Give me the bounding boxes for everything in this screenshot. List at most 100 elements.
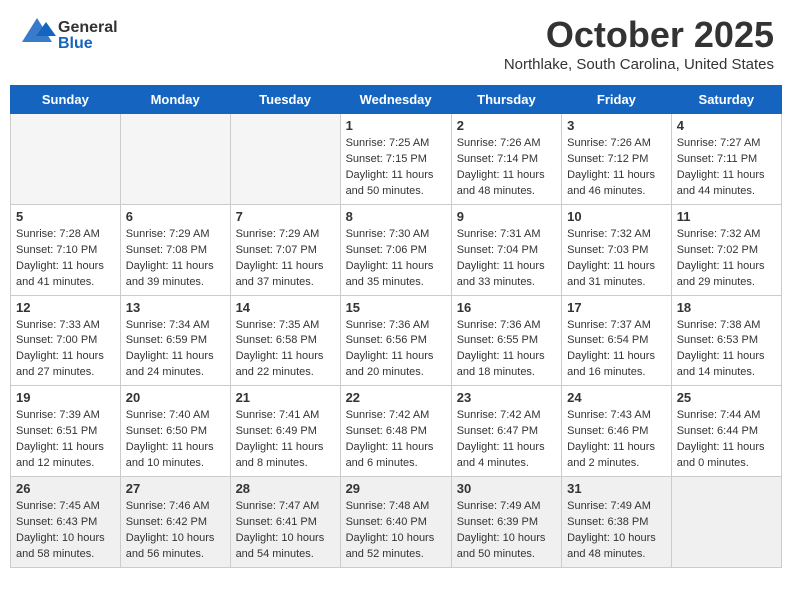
day-number: 30	[457, 481, 556, 496]
day-number: 31	[567, 481, 666, 496]
day-number: 16	[457, 300, 556, 315]
calendar-cell: 6 Sunrise: 7:29 AM Sunset: 7:08 PM Daylig…	[120, 204, 230, 295]
day-info: Sunrise: 7:30 AM Sunset: 7:06 PM Dayligh…	[346, 227, 446, 291]
day-number: 2	[457, 118, 556, 133]
day-number: 26	[16, 481, 115, 496]
day-info: Sunrise: 7:39 AM Sunset: 6:51 PM Dayligh…	[16, 408, 115, 472]
day-info: Sunrise: 7:38 AM Sunset: 6:53 PM Dayligh…	[677, 318, 776, 382]
calendar-cell: 4 Sunrise: 7:27 AM Sunset: 7:11 PM Daylig…	[671, 114, 781, 205]
day-number: 15	[346, 300, 446, 315]
day-number: 7	[236, 209, 335, 224]
calendar-cell: 21Sunrise: 7:41 AM Sunset: 6:49 PM Dayli…	[230, 386, 340, 477]
day-number: 23	[457, 390, 556, 405]
day-number: 13	[126, 300, 225, 315]
day-number: 29	[346, 481, 446, 496]
day-info: Sunrise: 7:27 AM Sunset: 7:11 PM Dayligh…	[677, 136, 776, 200]
day-number: 1	[346, 118, 446, 133]
calendar-cell: 27 Sunrise: 7:46 AM Sunset: 6:42 PM Dayli…	[120, 477, 230, 568]
calendar-cell: 24Sunrise: 7:43 AM Sunset: 6:46 PM Dayli…	[562, 386, 672, 477]
day-number: 12	[16, 300, 115, 315]
calendar-cell: 28 Sunrise: 7:47 AM Sunset: 6:41 PM Dayli…	[230, 477, 340, 568]
day-number: 6	[126, 209, 225, 224]
day-info: Sunrise: 7:44 AM Sunset: 6:44 PM Dayligh…	[677, 408, 776, 472]
calendar-cell: 19 Sunrise: 7:39 AM Sunset: 6:51 PM Dayli…	[11, 386, 121, 477]
calendar-week-row: 19 Sunrise: 7:39 AM Sunset: 6:51 PM Dayli…	[11, 386, 782, 477]
logo-general-text: General	[58, 20, 118, 36]
calendar-cell: 26 Sunrise: 7:45 AM Sunset: 6:43 PM Dayli…	[11, 477, 121, 568]
calendar-cell: 23Sunrise: 7:42 AM Sunset: 6:47 PM Dayli…	[451, 386, 561, 477]
column-header-tuesday: Tuesday	[230, 86, 340, 114]
calendar-cell: 30 Sunrise: 7:49 AM Sunset: 6:39 PM Dayli…	[451, 477, 561, 568]
calendar-cell: 18 Sunrise: 7:38 AM Sunset: 6:53 PM Dayli…	[671, 295, 781, 386]
calendar-cell: 20 Sunrise: 7:40 AM Sunset: 6:50 PM Dayli…	[120, 386, 230, 477]
day-number: 22	[346, 390, 446, 405]
day-info: Sunrise: 7:29 AM Sunset: 7:07 PM Dayligh…	[236, 227, 335, 291]
calendar-week-row: 5 Sunrise: 7:28 AM Sunset: 7:10 PM Daylig…	[11, 204, 782, 295]
calendar-table: SundayMondayTuesdayWednesdayThursdayFrid…	[10, 85, 782, 568]
logo-words: General Blue	[58, 20, 118, 52]
calendar-cell	[230, 114, 340, 205]
location-text: Northlake, South Carolina, United States	[504, 56, 774, 73]
day-info: Sunrise: 7:49 AM Sunset: 6:39 PM Dayligh…	[457, 499, 556, 563]
calendar-cell	[120, 114, 230, 205]
day-info: Sunrise: 7:36 AM Sunset: 6:55 PM Dayligh…	[457, 318, 556, 382]
day-number: 3	[567, 118, 666, 133]
day-info: Sunrise: 7:26 AM Sunset: 7:14 PM Dayligh…	[457, 136, 556, 200]
calendar-cell: 1 Sunrise: 7:25 AM Sunset: 7:15 PM Daylig…	[340, 114, 451, 205]
calendar-cell: 12 Sunrise: 7:33 AM Sunset: 7:00 PM Dayli…	[11, 295, 121, 386]
column-header-monday: Monday	[120, 86, 230, 114]
day-number: 8	[346, 209, 446, 224]
calendar-cell	[11, 114, 121, 205]
calendar-cell: 8 Sunrise: 7:30 AM Sunset: 7:06 PM Daylig…	[340, 204, 451, 295]
day-number: 19	[16, 390, 115, 405]
calendar-cell: 3 Sunrise: 7:26 AM Sunset: 7:12 PM Daylig…	[562, 114, 672, 205]
calendar-cell: 29Sunrise: 7:48 AM Sunset: 6:40 PM Dayli…	[340, 477, 451, 568]
month-title: October 2025	[504, 14, 774, 56]
calendar-cell: 16 Sunrise: 7:36 AM Sunset: 6:55 PM Dayli…	[451, 295, 561, 386]
day-info: Sunrise: 7:31 AM Sunset: 7:04 PM Dayligh…	[457, 227, 556, 291]
day-number: 14	[236, 300, 335, 315]
calendar-cell: 13 Sunrise: 7:34 AM Sunset: 6:59 PM Dayli…	[120, 295, 230, 386]
day-info: Sunrise: 7:49 AM Sunset: 6:38 PM Dayligh…	[567, 499, 666, 563]
calendar-week-row: 1 Sunrise: 7:25 AM Sunset: 7:15 PM Daylig…	[11, 114, 782, 205]
day-number: 9	[457, 209, 556, 224]
day-info: Sunrise: 7:29 AM Sunset: 7:08 PM Dayligh…	[126, 227, 225, 291]
day-number: 24	[567, 390, 666, 405]
logo-blue-text: Blue	[58, 36, 118, 52]
calendar-cell: 5 Sunrise: 7:28 AM Sunset: 7:10 PM Daylig…	[11, 204, 121, 295]
day-info: Sunrise: 7:25 AM Sunset: 7:15 PM Dayligh…	[346, 136, 446, 200]
day-number: 27	[126, 481, 225, 496]
day-number: 10	[567, 209, 666, 224]
day-info: Sunrise: 7:34 AM Sunset: 6:59 PM Dayligh…	[126, 318, 225, 382]
day-info: Sunrise: 7:45 AM Sunset: 6:43 PM Dayligh…	[16, 499, 115, 563]
day-number: 4	[677, 118, 776, 133]
page-header: General Blue October 2025 Northlake, Sou…	[10, 10, 782, 77]
day-info: Sunrise: 7:47 AM Sunset: 6:41 PM Dayligh…	[236, 499, 335, 563]
day-info: Sunrise: 7:40 AM Sunset: 6:50 PM Dayligh…	[126, 408, 225, 472]
day-info: Sunrise: 7:28 AM Sunset: 7:10 PM Dayligh…	[16, 227, 115, 291]
day-number: 28	[236, 481, 335, 496]
calendar-cell: 17Sunrise: 7:37 AM Sunset: 6:54 PM Dayli…	[562, 295, 672, 386]
day-info: Sunrise: 7:36 AM Sunset: 6:56 PM Dayligh…	[346, 318, 446, 382]
day-number: 20	[126, 390, 225, 405]
day-info: Sunrise: 7:32 AM Sunset: 7:03 PM Dayligh…	[567, 227, 666, 291]
calendar-cell: 25Sunrise: 7:44 AM Sunset: 6:44 PM Dayli…	[671, 386, 781, 477]
calendar-cell: 9 Sunrise: 7:31 AM Sunset: 7:04 PM Daylig…	[451, 204, 561, 295]
day-number: 18	[677, 300, 776, 315]
day-number: 5	[16, 209, 115, 224]
day-number: 17	[567, 300, 666, 315]
calendar-cell: 22Sunrise: 7:42 AM Sunset: 6:48 PM Dayli…	[340, 386, 451, 477]
day-info: Sunrise: 7:26 AM Sunset: 7:12 PM Dayligh…	[567, 136, 666, 200]
calendar-header-row: SundayMondayTuesdayWednesdayThursdayFrid…	[11, 86, 782, 114]
calendar-cell: 11Sunrise: 7:32 AM Sunset: 7:02 PM Dayli…	[671, 204, 781, 295]
calendar-cell	[671, 477, 781, 568]
calendar-cell: 7 Sunrise: 7:29 AM Sunset: 7:07 PM Daylig…	[230, 204, 340, 295]
column-header-sunday: Sunday	[11, 86, 121, 114]
day-info: Sunrise: 7:46 AM Sunset: 6:42 PM Dayligh…	[126, 499, 225, 563]
calendar-week-row: 26 Sunrise: 7:45 AM Sunset: 6:43 PM Dayli…	[11, 477, 782, 568]
calendar-cell: 2 Sunrise: 7:26 AM Sunset: 7:14 PM Daylig…	[451, 114, 561, 205]
day-info: Sunrise: 7:33 AM Sunset: 7:00 PM Dayligh…	[16, 318, 115, 382]
column-header-wednesday: Wednesday	[340, 86, 451, 114]
title-block: October 2025 Northlake, South Carolina, …	[504, 14, 774, 73]
column-header-saturday: Saturday	[671, 86, 781, 114]
